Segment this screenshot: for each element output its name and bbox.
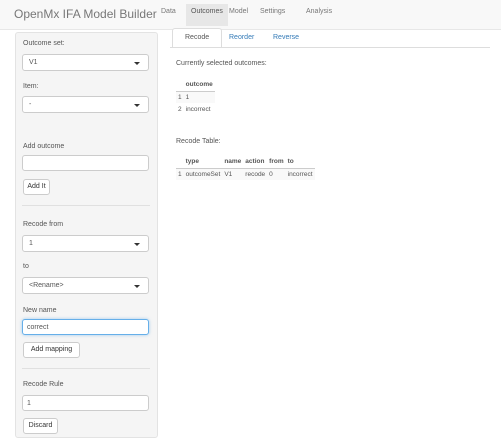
- recode-table: type name action from to 1 outcomeSet V1…: [176, 156, 315, 180]
- column-header: name: [222, 156, 244, 169]
- item-value: -: [29, 101, 32, 108]
- chevron-down-icon: [134, 62, 140, 65]
- outcome-set-select[interactable]: V1: [22, 54, 149, 71]
- cell-action: recode: [243, 168, 268, 180]
- recode-table-label: Recode Table:: [176, 138, 221, 145]
- to-label: to: [23, 263, 29, 270]
- tab-model[interactable]: Model: [229, 8, 248, 15]
- row-number-header: [176, 156, 184, 169]
- tab-analysis[interactable]: Analysis: [306, 8, 332, 15]
- tab-settings[interactable]: Settings: [260, 8, 285, 15]
- cell-from: 0: [267, 168, 286, 180]
- cell-type: outcomeSet: [183, 168, 223, 180]
- subtab-reorder[interactable]: Reorder: [229, 34, 254, 41]
- item-select[interactable]: -: [22, 96, 149, 113]
- item-label: Item:: [23, 83, 39, 90]
- column-header: action: [243, 156, 268, 169]
- add-mapping-button[interactable]: Add mapping: [23, 342, 80, 358]
- outcome-set-label: Outcome set:: [23, 40, 65, 47]
- tab-outcomes[interactable]: Outcomes: [186, 4, 228, 26]
- table-row: 2 incorrect: [176, 103, 215, 115]
- column-header: to: [285, 156, 315, 169]
- navbar: OpenMx IFA Model Builder Data Outcomes M…: [0, 0, 501, 30]
- column-header: type: [183, 156, 223, 169]
- cell-outcome: incorrect: [185, 105, 211, 113]
- row-number: 1: [176, 168, 184, 180]
- chevron-down-icon: [134, 243, 140, 246]
- chevron-down-icon: [134, 285, 140, 288]
- outcomes-table: outcome 1 1 2 incorrect: [176, 79, 215, 115]
- discard-button[interactable]: Discard: [23, 418, 58, 434]
- new-name-input[interactable]: correct: [22, 319, 149, 335]
- column-header: outcome: [183, 79, 215, 92]
- recode-from-label: Recode from: [23, 221, 64, 228]
- subtab-reverse[interactable]: Reverse: [273, 34, 299, 41]
- tab-data[interactable]: Data: [161, 8, 176, 15]
- cell-outcome: 1: [183, 91, 215, 103]
- sidebar-panel: Outcome set: V1 Item: - Add outcome Add …: [15, 32, 158, 438]
- add-outcome-input[interactable]: [22, 155, 149, 171]
- subtab-recode[interactable]: Recode: [185, 34, 209, 41]
- divider: [22, 205, 150, 206]
- row-number-header: [176, 79, 184, 92]
- recode-from-select[interactable]: 1: [22, 235, 149, 252]
- table-header-row: type name action from to: [176, 156, 315, 169]
- cell-to: incorrect: [285, 168, 315, 180]
- row-number: 1: [176, 91, 184, 103]
- column-header: from: [267, 156, 286, 169]
- recode-rule-input[interactable]: 1: [22, 395, 149, 411]
- row-number: 2: [178, 105, 182, 113]
- add-it-button[interactable]: Add It: [23, 179, 50, 195]
- table-header-row: outcome: [176, 79, 215, 92]
- cell-name: V1: [222, 168, 244, 180]
- app-title: OpenMx IFA Model Builder: [14, 7, 157, 21]
- recode-rule-label: Recode Rule: [23, 381, 64, 388]
- table-row: 1 1: [176, 91, 215, 103]
- to-value: <Rename>: [29, 282, 64, 289]
- selected-outcomes-label: Currently selected outcomes:: [176, 60, 267, 67]
- subtab-divider: [170, 47, 490, 48]
- recode-from-value: 1: [29, 240, 33, 247]
- divider: [22, 368, 150, 369]
- new-name-label: New name: [23, 307, 57, 314]
- chevron-down-icon: [134, 104, 140, 107]
- outcome-set-value: V1: [29, 59, 38, 66]
- to-select[interactable]: <Rename>: [22, 277, 149, 294]
- add-outcome-label: Add outcome: [23, 143, 65, 150]
- table-row: 1 outcomeSet V1 recode 0 incorrect: [176, 168, 315, 180]
